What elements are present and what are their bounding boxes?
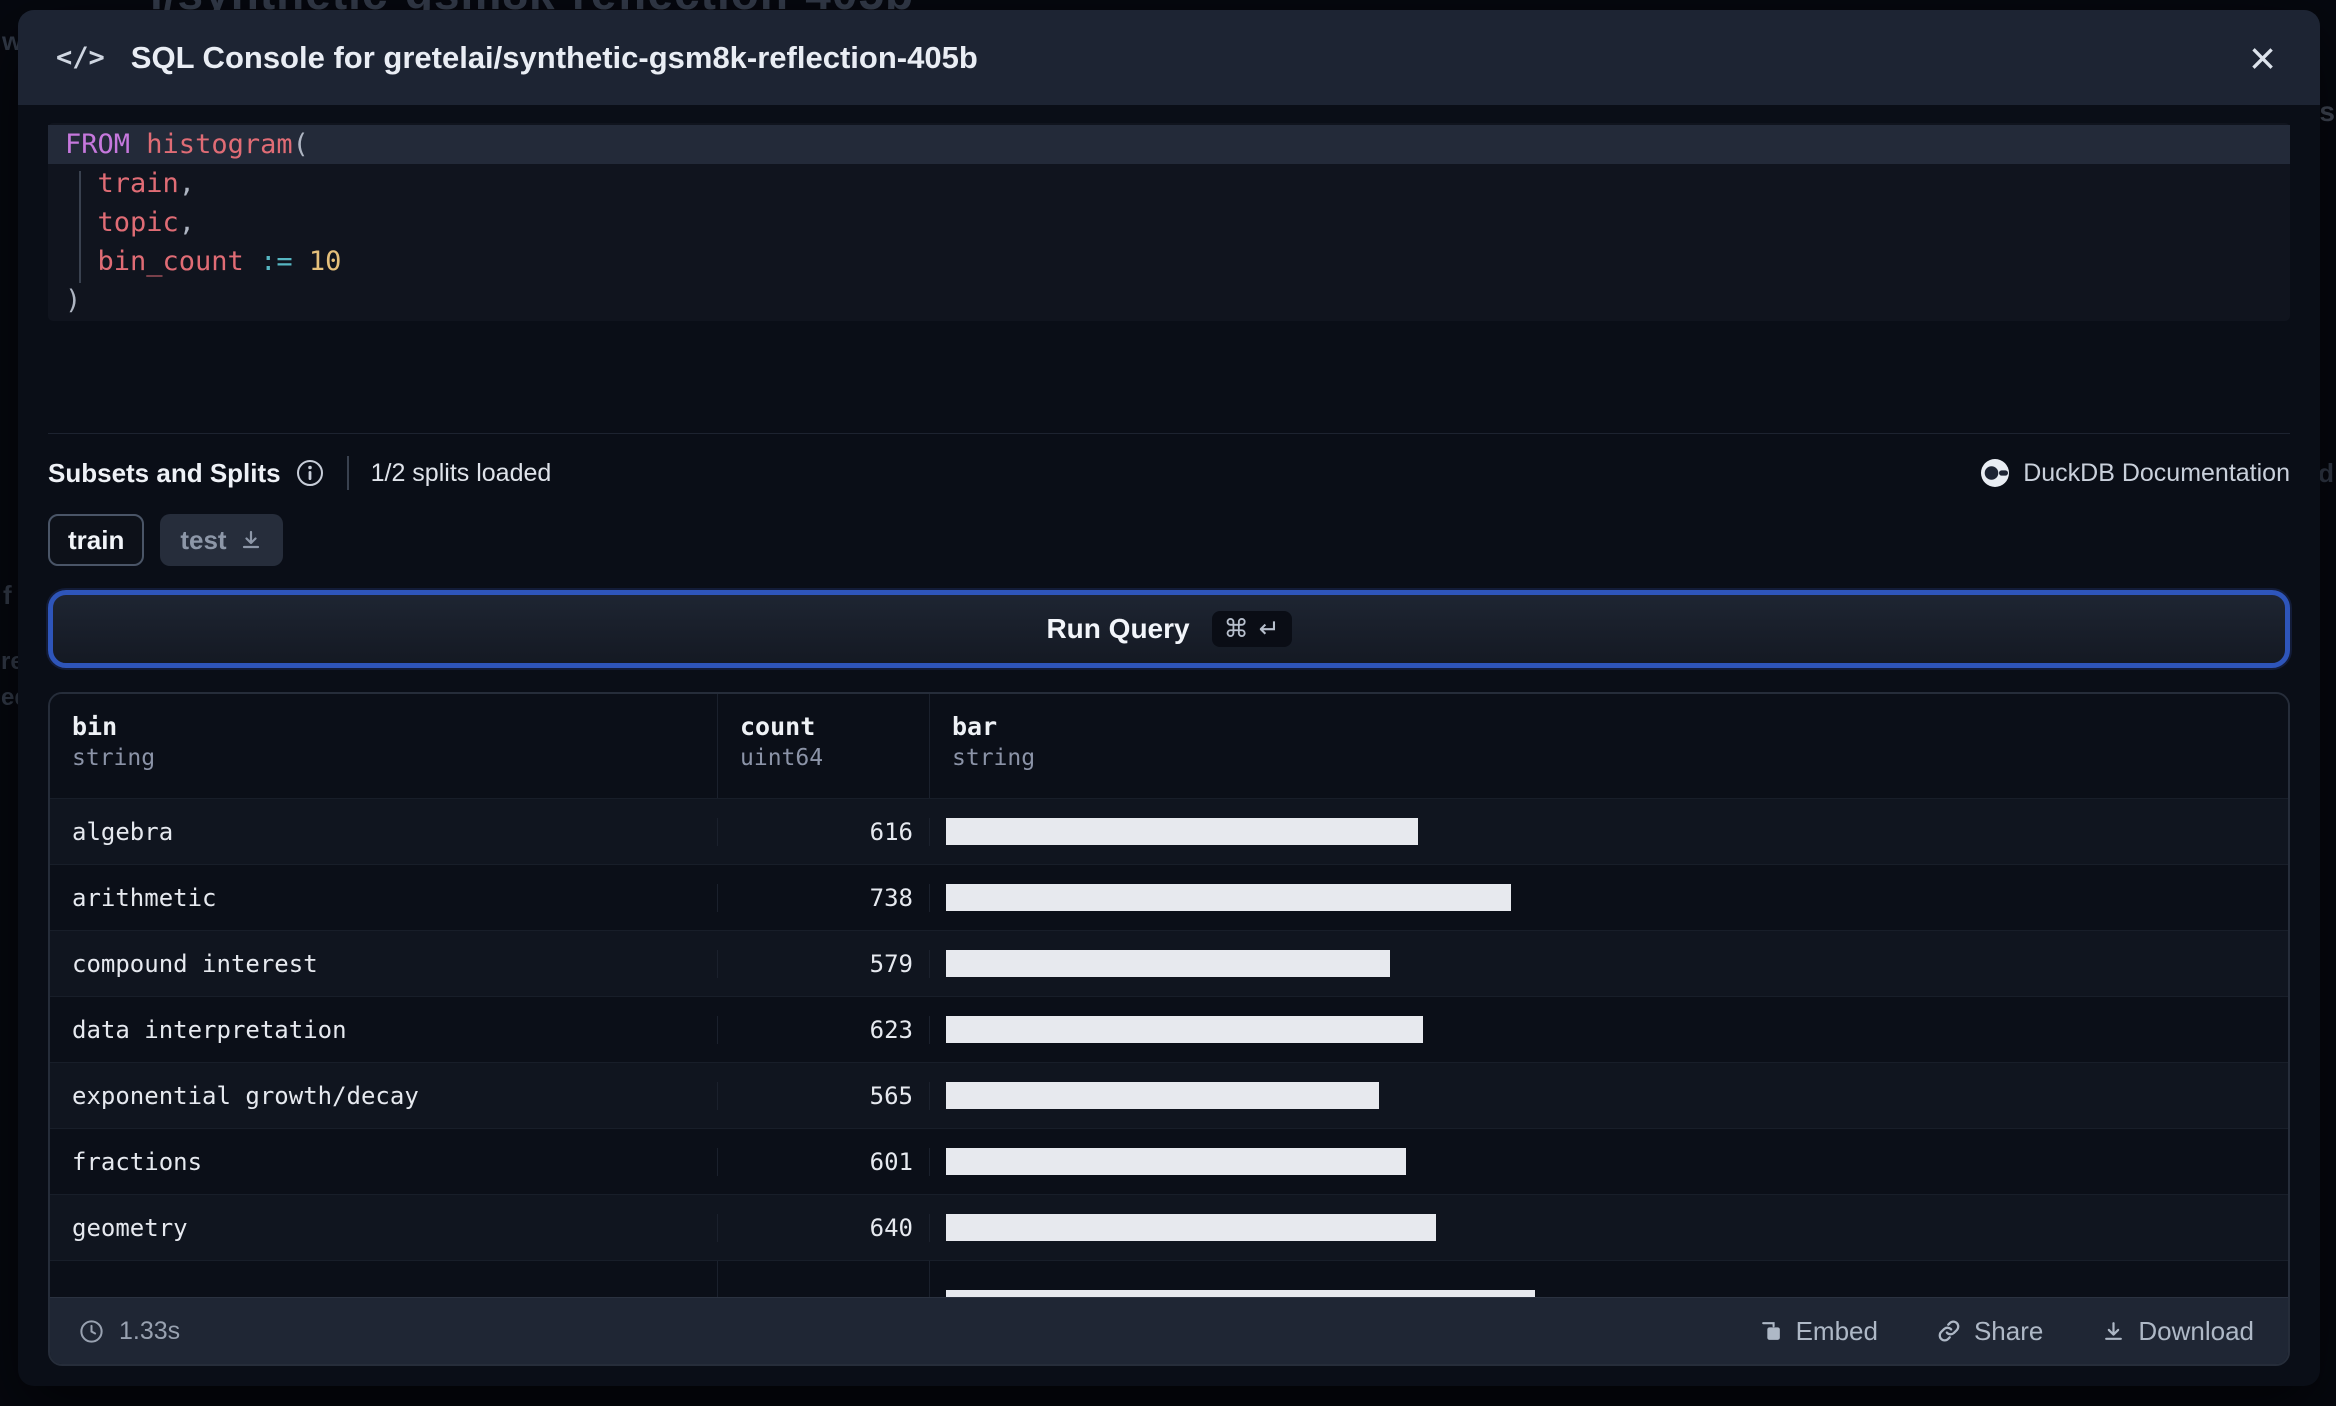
clock-icon [78, 1318, 105, 1345]
modal-title: SQL Console for gretelai/synthetic-gsm8k… [130, 39, 978, 75]
command-icon: ⌘ [1223, 615, 1249, 644]
embed-button[interactable]: Embed [1753, 1315, 1884, 1348]
sql-console-modal: </> SQL Console for gretelai/synthetic-g… [18, 10, 2320, 1386]
section-divider [48, 433, 2290, 434]
code-icon: </> [56, 42, 105, 73]
indent-guide [79, 171, 81, 283]
sql-function: histogram [146, 129, 293, 160]
split-button-test[interactable]: test [160, 514, 283, 567]
histogram-bar [946, 950, 1390, 978]
table-header-row: bin string count uint64 bar string [50, 694, 2288, 799]
histogram-bar [946, 1016, 1423, 1044]
duckdb-docs-label: DuckDB Documentation [2023, 458, 2290, 487]
column-header-count: count uint64 [718, 694, 930, 799]
run-query-button[interactable]: Run Query ⌘ ↵ [48, 590, 2290, 669]
splits-row: train test [48, 514, 2290, 567]
splits-loaded-status: 1/2 splits loaded [370, 458, 552, 487]
return-icon: ↵ [1258, 615, 1280, 644]
table-row: algebra 616 [50, 798, 2288, 865]
sql-keyword: FROM [65, 129, 131, 160]
histogram-bar [946, 1082, 1379, 1110]
modal-body: FROM histogram( train, topic, bin_count … [18, 123, 2320, 1367]
duckdb-icon [1979, 457, 2011, 489]
code-line: FROM histogram( [48, 125, 2290, 164]
table-row: fractions 601 [50, 1128, 2288, 1195]
sql-operator: := [260, 246, 293, 277]
table-row: arithmetic 738 [50, 864, 2288, 931]
column-header-bin: bin string [50, 694, 718, 799]
keyboard-shortcut-badge: ⌘ ↵ [1211, 611, 1292, 648]
embed-icon [1759, 1319, 1784, 1344]
download-icon [2101, 1319, 2126, 1344]
query-duration: 1.33s [78, 1317, 180, 1346]
table-row-partial [50, 1260, 2288, 1298]
duckdb-docs-link[interactable]: DuckDB Documentation [1979, 457, 2290, 489]
sql-identifier: bin_count [97, 246, 244, 277]
table-row: geometry 640 [50, 1194, 2288, 1261]
download-icon [239, 528, 263, 552]
table-row: exponential growth/decay 565 [50, 1062, 2288, 1129]
run-query-label: Run Query [1046, 613, 1190, 645]
split-button-train[interactable]: train [48, 514, 145, 567]
sql-editor[interactable]: FROM histogram( train, topic, bin_count … [48, 123, 2290, 321]
modal-header: </> SQL Console for gretelai/synthetic-g… [18, 10, 2320, 105]
download-button[interactable]: Download [2095, 1315, 2260, 1348]
close-icon[interactable]: × [2245, 35, 2280, 81]
histogram-bar [946, 1290, 1535, 1298]
histogram-bar [946, 818, 1418, 846]
code-line: bin_count := 10 [48, 242, 2290, 281]
code-line: topic, [97, 207, 196, 238]
histogram-bar [946, 1214, 1436, 1242]
sql-number: 10 [308, 246, 342, 277]
share-button[interactable]: Share [1930, 1315, 2049, 1348]
sql-identifier: topic [97, 207, 179, 238]
info-icon[interactable] [295, 458, 325, 488]
histogram-bar [946, 884, 1511, 912]
histogram-bar [946, 1148, 1406, 1176]
vertical-separator [346, 456, 349, 490]
sql-identifier: train [97, 168, 179, 199]
background-page-text: d [2318, 458, 2334, 488]
table-row: data interpretation 623 [50, 996, 2288, 1063]
code-line: train, [97, 168, 196, 199]
link-icon [1936, 1318, 1962, 1344]
column-header-bar: bar string [952, 712, 1036, 772]
table-row: compound interest 579 [50, 930, 2288, 997]
subsets-title: Subsets and Splits [48, 457, 281, 488]
code-line: ) [65, 285, 82, 316]
results-footer: 1.33s Embed Share Download [50, 1297, 2288, 1365]
subsets-row: Subsets and Splits 1/2 splits loaded Duc… [48, 448, 2290, 498]
background-page-text: f [3, 580, 12, 610]
results-table[interactable]: bin string count uint64 bar string algeb… [48, 692, 2290, 1367]
